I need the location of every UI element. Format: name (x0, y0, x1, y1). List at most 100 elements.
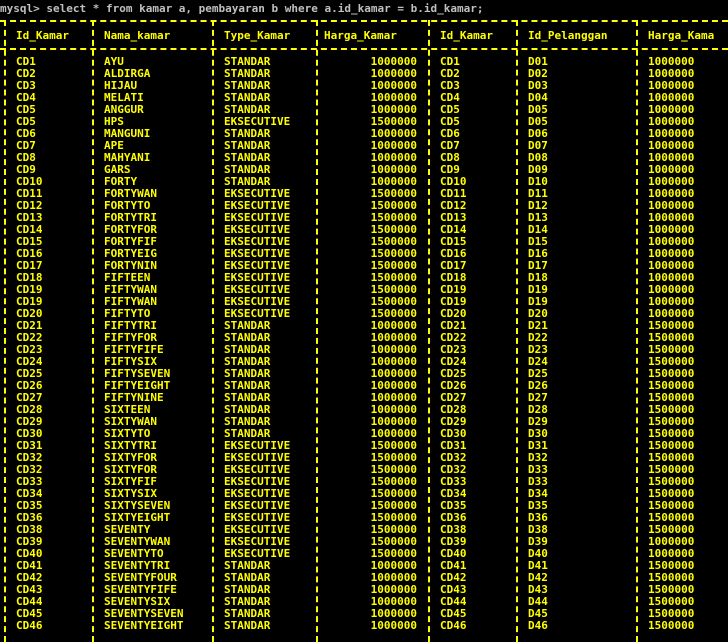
cell-harga-kama: 1500000 (648, 488, 695, 500)
cell-harga-kamar: 1000000 (370, 560, 417, 572)
cell-id-kamar-b: CD46 (440, 620, 467, 632)
cell-id-pelanggan: D33 (528, 464, 548, 476)
column-header-nama-kamar: Nama_kamar (104, 30, 171, 42)
cell-id-kamar: CD27 (16, 392, 43, 404)
table-row: CD28 SIXTEEN STANDAR 1000000 CD28 D28 1500000 (0, 404, 728, 416)
cell-harga-kamar: 1000000 (370, 596, 417, 608)
cell-nama-kamar: FIFTYWAN (104, 284, 157, 296)
table-row: CD2 ALDIRGA STANDAR 1000000 CD2 D02 1000000 (0, 68, 728, 80)
cell-id-kamar-b: CD23 (440, 344, 467, 356)
table-row: CD42 SEVENTYFOUR STANDAR 1000000 CD42 D42 1500… (0, 572, 728, 584)
table-row: CD22 FIFTYFOR STANDAR 1000000 CD22 D22 1500000 (0, 332, 728, 344)
cell-id-pelanggan: D01 (528, 56, 548, 68)
cell-type-kamar: STANDAR (224, 152, 271, 164)
cell-id-kamar-b: CD31 (440, 440, 467, 452)
cell-harga-kama: 1500000 (648, 620, 695, 632)
cell-nama-kamar: SIXTYFIF (104, 476, 157, 488)
table-row: CD18 FIFTEEN EKSECUTIVE 1500000 CD18 D18 10000… (0, 272, 728, 284)
cell-id-kamar: CD1 (16, 56, 36, 68)
cell-nama-kamar: HPS (104, 116, 124, 128)
cell-id-kamar-b: CD36 (440, 512, 467, 524)
column-header-harga-kama: Harga_Kama (648, 30, 715, 42)
cell-nama-kamar: MELATI (104, 92, 144, 104)
cell-harga-kama: 1500000 (648, 572, 695, 584)
cell-harga-kamar: 1000000 (370, 140, 417, 152)
cell-id-kamar: CD5 (16, 116, 36, 128)
cell-harga-kama: 1000000 (648, 188, 695, 200)
cell-id-kamar: CD42 (16, 572, 43, 584)
cell-id-pelanggan: D46 (528, 620, 548, 632)
cell-harga-kamar: 1000000 (370, 164, 417, 176)
terminal-window[interactable]: mysql> select * from kamar a, pembayaran… (0, 0, 728, 642)
cell-id-kamar-b: CD30 (440, 428, 467, 440)
cell-type-kamar: EKSECUTIVE (224, 440, 291, 452)
table-row: CD45 SEVENTYSEVEN STANDAR 1000000 CD45 D45 150… (0, 608, 728, 620)
cell-harga-kamar: 1000000 (370, 176, 417, 188)
cell-id-kamar-b: CD18 (440, 272, 467, 284)
column-divider (316, 20, 318, 642)
cell-harga-kama: 1000000 (648, 260, 695, 272)
cell-id-kamar: CD29 (16, 416, 43, 428)
cell-type-kamar: STANDAR (224, 380, 271, 392)
cell-nama-kamar: SIXTYTO (104, 428, 151, 440)
cell-id-kamar-b: CD25 (440, 368, 467, 380)
cell-type-kamar: EKSECUTIVE (224, 476, 291, 488)
cell-harga-kamar: 1000000 (370, 416, 417, 428)
cell-id-kamar: CD28 (16, 404, 43, 416)
cell-id-kamar: CD16 (16, 248, 43, 260)
cell-nama-kamar: FIFTYWAN (104, 296, 157, 308)
cell-id-pelanggan: D09 (528, 164, 548, 176)
cell-id-pelanggan: D41 (528, 560, 548, 572)
cell-type-kamar: EKSECUTIVE (224, 188, 291, 200)
cell-type-kamar: EKSECUTIVE (224, 548, 291, 560)
cell-id-kamar: CD22 (16, 332, 43, 344)
cell-id-kamar: CD14 (16, 224, 43, 236)
column-header-id-kamar: Id_Kamar (16, 30, 69, 42)
cell-harga-kamar: 1000000 (370, 404, 417, 416)
cell-id-kamar-b: CD6 (440, 128, 460, 140)
table-row: CD23 FIFTYFIFE STANDAR 1000000 CD23 D23 150000… (0, 344, 728, 356)
cell-type-kamar: EKSECUTIVE (224, 116, 291, 128)
cell-harga-kama: 1500000 (648, 380, 695, 392)
table-row: CD41 SEVENTYTRI STANDAR 1000000 CD41 D41 15000… (0, 560, 728, 572)
cell-harga-kamar: 1000000 (370, 380, 417, 392)
cell-id-kamar: CD2 (16, 68, 36, 80)
cell-id-pelanggan: D36 (528, 512, 548, 524)
cell-id-kamar: CD26 (16, 380, 43, 392)
cell-id-kamar: CD10 (16, 176, 43, 188)
cell-harga-kamar: 1500000 (370, 548, 417, 560)
cell-nama-kamar: FIFTYTRI (104, 320, 157, 332)
cell-id-pelanggan: D19 (528, 296, 548, 308)
cell-id-kamar: CD5 (16, 104, 36, 116)
cell-id-kamar: CD34 (16, 488, 43, 500)
cell-nama-kamar: SIXTYSEVEN (104, 500, 171, 512)
cell-type-kamar: STANDAR (224, 356, 271, 368)
table-row: CD29 SIXTYWAN STANDAR 1000000 CD29 D29 1500000 (0, 416, 728, 428)
cell-id-kamar-b: CD35 (440, 500, 467, 512)
table-row: CD10 FORTY STANDAR 1000000 CD10 D10 1000000 (0, 176, 728, 188)
table-row: CD33 SIXTYFIF EKSECUTIVE 1500000 CD33 D33 1500… (0, 476, 728, 488)
cell-harga-kamar: 1500000 (370, 440, 417, 452)
cell-harga-kamar: 1500000 (370, 500, 417, 512)
cell-harga-kamar: 1000000 (370, 356, 417, 368)
cell-harga-kamar: 1000000 (370, 332, 417, 344)
table-row: CD8 MAHYANI STANDAR 1000000 CD8 D08 1000000 (0, 152, 728, 164)
cell-id-pelanggan: D42 (528, 572, 548, 584)
cell-id-pelanggan: D15 (528, 236, 548, 248)
cell-id-pelanggan: D11 (528, 188, 548, 200)
cell-id-pelanggan: D45 (528, 608, 548, 620)
sql-prompt: mysql> select * from kamar a, pembayaran… (0, 2, 484, 15)
cell-type-kamar: STANDAR (224, 368, 271, 380)
cell-type-kamar: EKSECUTIVE (224, 536, 291, 548)
cell-harga-kama: 1500000 (648, 332, 695, 344)
cell-id-pelanggan: D34 (528, 488, 548, 500)
cell-nama-kamar: ALDIRGA (104, 68, 151, 80)
cell-harga-kamar: 1500000 (370, 452, 417, 464)
cell-harga-kama: 1000000 (648, 536, 695, 548)
table-row: CD26 FIFTYEIGHT STANDAR 1000000 CD26 D26 15000… (0, 380, 728, 392)
cell-id-kamar-b: CD20 (440, 308, 467, 320)
cell-harga-kama: 1500000 (648, 440, 695, 452)
cell-type-kamar: STANDAR (224, 620, 271, 632)
cell-id-kamar: CD43 (16, 584, 43, 596)
cell-nama-kamar: APE (104, 140, 124, 152)
